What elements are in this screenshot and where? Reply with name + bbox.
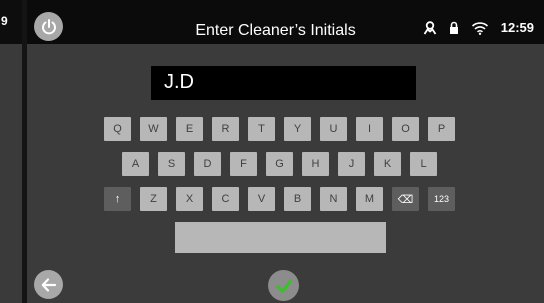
key-t[interactable]: T (248, 117, 275, 141)
clock: 12:59 (500, 20, 534, 35)
key-z[interactable]: Z (140, 187, 167, 211)
previous-screen-topbar: 9 (0, 0, 22, 44)
previous-screen-clock: 9 (1, 14, 8, 28)
arrow-left-icon (41, 277, 56, 292)
key-k[interactable]: K (374, 152, 401, 176)
key-i[interactable]: I (356, 117, 383, 141)
key-h[interactable]: H (302, 152, 329, 176)
backspace-key[interactable]: ⌫ (392, 187, 419, 211)
shift-arrow-icon: ↑ (114, 193, 121, 205)
key-p[interactable]: P (428, 117, 455, 141)
initials-value: J.D (164, 71, 194, 93)
key-g[interactable]: G (266, 152, 293, 176)
top-bar: Enter Cleaner’s Initials 12:59 (27, 0, 544, 44)
wifi-icon (471, 21, 488, 35)
key-u[interactable]: U (320, 117, 347, 141)
main-screen: Enter Cleaner’s Initials 12:59 J.D Q W E… (27, 0, 544, 303)
shift-key[interactable]: ↑ (104, 187, 131, 211)
backspace-icon: ⌫ (397, 193, 414, 206)
key-m[interactable]: M (356, 187, 383, 211)
space-bar[interactable] (175, 222, 386, 253)
lock-icon (449, 21, 458, 34)
previous-screen-edge: 9 (0, 0, 22, 303)
key-x[interactable]: X (176, 187, 203, 211)
key-j[interactable]: J (338, 152, 365, 176)
key-y[interactable]: Y (284, 117, 311, 141)
key-c[interactable]: C (212, 187, 239, 211)
key-q[interactable]: Q (104, 117, 131, 141)
confirm-button[interactable] (268, 270, 299, 301)
initials-input[interactable]: J.D (151, 66, 416, 100)
numbers-key[interactable]: 123 (428, 187, 455, 211)
key-s[interactable]: S (158, 152, 185, 176)
status-bar: 12:59 (423, 20, 534, 35)
key-l[interactable]: L (410, 152, 437, 176)
checkmark-icon (275, 279, 292, 293)
key-b[interactable]: B (284, 187, 311, 211)
key-w[interactable]: W (140, 117, 167, 141)
key-e[interactable]: E (176, 117, 203, 141)
key-d[interactable]: D (194, 152, 221, 176)
key-o[interactable]: O (392, 117, 419, 141)
key-f[interactable]: F (230, 152, 257, 176)
key-n[interactable]: N (320, 187, 347, 211)
user-icon (423, 20, 436, 34)
key-v[interactable]: V (248, 187, 275, 211)
back-button[interactable] (34, 270, 63, 299)
key-a[interactable]: A (122, 152, 149, 176)
key-r[interactable]: R (212, 117, 239, 141)
